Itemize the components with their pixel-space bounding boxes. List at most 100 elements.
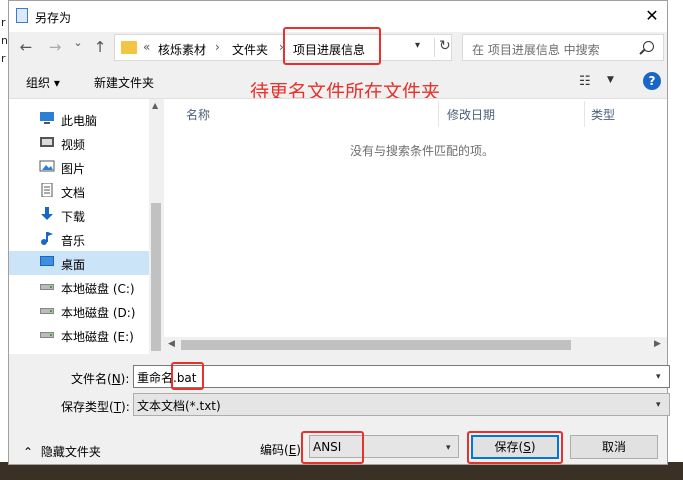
save-button[interactable]: 保存(S) (471, 435, 559, 459)
desktop-icon (39, 255, 55, 269)
scroll-right-icon[interactable]: ▶ (654, 339, 661, 349)
horizontal-scrollbar[interactable]: ◀ ▶ (164, 337, 667, 354)
back-button[interactable]: ← (17, 38, 35, 56)
sidebar-item[interactable]: 桌面 (9, 251, 149, 275)
column-divider[interactable] (438, 101, 439, 127)
sidebar-item[interactable]: 此电脑 (9, 107, 149, 131)
breadcrumb-item[interactable]: 核烁素材 (158, 41, 206, 58)
breadcrumb-separator[interactable]: › (215, 40, 220, 54)
chevron-down-icon[interactable]: ▾ (656, 372, 661, 382)
savetype-label: 保存类型(T): (61, 398, 130, 415)
sidebar-item-label: 文档 (61, 186, 86, 200)
savetype-label-key: T (113, 400, 122, 414)
sidebar-item-label: 图片 (61, 162, 86, 176)
sidebar-scroll-thumb[interactable] (151, 203, 161, 351)
save-as-dialog: 另存为 ✕ ← → ⌄ ↑ « 核烁素材 › 文件夹 › 项目进展信息 ▾ ↻ … (8, 0, 670, 465)
breadcrumb-item[interactable]: 文件夹 (232, 41, 268, 58)
cancel-button[interactable]: 取消 (570, 435, 658, 459)
view-options-icon[interactable]: ☷ (579, 74, 591, 89)
breadcrumb-current[interactable]: 项目进展信息 (293, 41, 365, 58)
scroll-up-icon[interactable]: ▲ (152, 101, 158, 110)
sidebar-item[interactable]: 文档 (9, 179, 149, 203)
document-icon (39, 182, 55, 198)
refresh-icon: ↻ (439, 38, 451, 54)
sidebar-item-label: 本地磁盘 (C:) (61, 282, 135, 296)
encoding-label: 编码(E) (260, 441, 301, 458)
sidebar-item-label: 视频 (61, 138, 86, 152)
close-button[interactable]: ✕ (640, 5, 664, 27)
sidebar-item-label: 此电脑 (61, 114, 98, 128)
dialog-title: 另存为 (35, 11, 72, 25)
background-left: r n r (0, 0, 8, 480)
save-label-key: S (523, 440, 531, 454)
encoding-select[interactable]: ANSI ▾ (309, 435, 459, 458)
savetype-label-text: 保存类型( (61, 400, 114, 414)
sidebar-item[interactable]: 本地磁盘 (C:) (9, 275, 149, 299)
sidebar-item[interactable]: 本地磁盘 (D:) (9, 299, 149, 323)
up-button[interactable]: ↑ (91, 38, 109, 56)
hide-folders-label: 隐藏文件夹 (40, 445, 101, 459)
savetype-select[interactable]: 文本文档(*.txt) ▾ (133, 393, 670, 416)
column-divider[interactable] (584, 101, 585, 127)
back-arrow-icon: ← (19, 38, 33, 56)
chevron-down-icon[interactable]: ▾ (656, 400, 661, 410)
recent-locations-button[interactable]: ⌄ (69, 36, 87, 49)
sidebar-item-label: 音乐 (61, 234, 86, 248)
savetype-value: 文本文档(*.txt) (137, 399, 221, 413)
sidebar-item-label: 桌面 (61, 258, 86, 272)
navigation-pane: 此电脑视频图片文档下载音乐桌面本地磁盘 (C:) 本地磁盘 (D:) 本地磁盘 (E… (9, 98, 163, 354)
empty-message: 没有与搜索条件匹配的项。 (350, 144, 495, 158)
folder-icon (121, 41, 137, 54)
notepad-icon (16, 8, 28, 23)
column-header-type[interactable]: 类型 (591, 106, 615, 123)
filename-label-text: 文件名( (71, 372, 112, 386)
sidebar-item[interactable]: 音乐 (9, 227, 149, 251)
chevron-up-icon: ⌃ (23, 445, 34, 459)
sidebar-item-label: 本地磁盘 (D:) (61, 306, 136, 320)
encoding-value: ANSI (313, 440, 342, 454)
address-bar[interactable]: « 核烁素材 › 文件夹 › 项目进展信息 ▾ ↻ (114, 34, 452, 61)
drive-icon (39, 327, 55, 341)
drive-icon (39, 303, 55, 317)
filename-label-text: ): (120, 372, 130, 386)
horizontal-scroll-thumb[interactable] (181, 340, 571, 350)
computer-icon (39, 111, 55, 125)
organize-button[interactable]: 组织 ▾ (26, 74, 60, 91)
view-chevron-icon[interactable]: ▼ (607, 75, 614, 85)
close-icon: ✕ (645, 6, 659, 25)
file-list[interactable]: 名称 修改日期 类型 没有与搜索条件匹配的项。 ◀ ▶ (164, 98, 667, 354)
forward-button[interactable]: → (46, 38, 64, 56)
new-folder-button[interactable]: 新建文件夹 (94, 74, 154, 91)
column-header-name[interactable]: 名称 (186, 106, 210, 123)
breadcrumb-overflow[interactable]: « (143, 40, 150, 54)
sidebar-item[interactable]: 图片 (9, 155, 149, 179)
filename-input[interactable]: 重命名.bat ▾ (133, 365, 670, 388)
search-icon[interactable] (643, 41, 654, 52)
savetype-label-text: ): (121, 400, 130, 414)
address-history-icon[interactable]: ▾ (415, 40, 420, 51)
chevron-down-icon[interactable]: ▾ (446, 443, 451, 453)
background-text: r (1, 16, 6, 29)
refresh-button[interactable]: ↻ (434, 38, 451, 57)
sidebar-item[interactable]: 本地磁盘 (E:) (9, 323, 149, 347)
sidebar-item[interactable]: 视频 (9, 131, 149, 155)
sidebar-item-label: 本地磁盘 (E:) (61, 330, 134, 344)
encoding-label-text: 编码( (260, 443, 289, 457)
encoding-label-text: ) (296, 443, 301, 457)
filename-value[interactable]: 重命名.bat (137, 369, 197, 386)
picture-icon (39, 159, 55, 173)
filename-label: 文件名(N): (71, 370, 129, 387)
background-text: r (1, 52, 6, 65)
hide-folders-button[interactable]: ⌃ 隐藏文件夹 (23, 443, 101, 460)
search-box[interactable]: 在 项目进展信息 中搜索 (462, 34, 664, 61)
sidebar-item[interactable]: 下载 (9, 203, 149, 227)
breadcrumb-separator[interactable]: › (279, 40, 284, 54)
column-header-date[interactable]: 修改日期 (447, 106, 495, 123)
title-bar[interactable]: 另存为 ✕ (9, 1, 667, 32)
scroll-left-icon[interactable]: ◀ (168, 339, 175, 349)
help-icon[interactable]: ? (643, 72, 661, 90)
music-icon (39, 231, 55, 245)
search-input[interactable]: 在 项目进展信息 中搜索 (472, 41, 600, 58)
sidebar-scrollbar[interactable]: ▲ (149, 99, 163, 354)
filename-label-key: N (111, 372, 121, 386)
